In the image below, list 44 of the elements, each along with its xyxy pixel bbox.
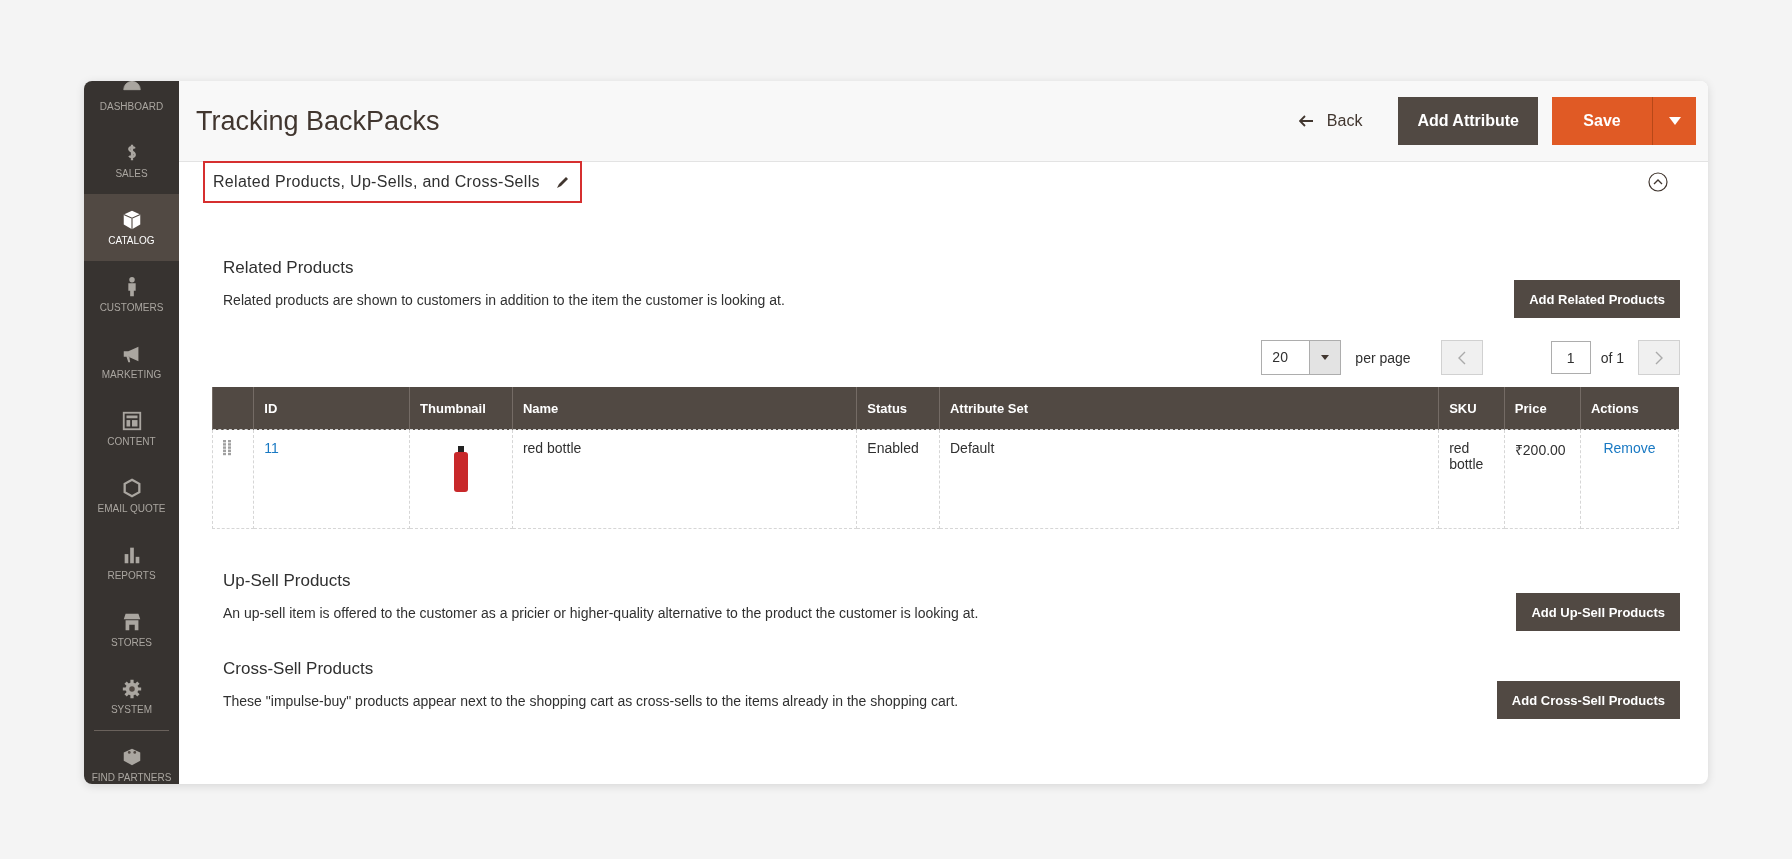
column-header: Price	[1504, 387, 1581, 430]
section-heading: Related Products	[223, 258, 355, 278]
sidebar-item[interactable]: EMAIL QUOTE	[84, 462, 179, 529]
add-products-button[interactable]: Add Up-Sell Products	[1516, 593, 1680, 631]
per-page-select[interactable]: 20	[1261, 340, 1342, 375]
column-header: Attribute Set	[939, 387, 1439, 430]
table-cell: Enabled	[856, 429, 940, 529]
section-heading: Up-Sell Products	[223, 571, 352, 591]
column-header: Name	[512, 387, 857, 430]
add-attribute-button[interactable]: Add Attribute	[1398, 97, 1538, 145]
column-header: ID	[253, 387, 410, 430]
table-cell: red bottle	[1438, 429, 1505, 529]
section-description: An up-sell item is offered to the customer as a pricier or higher-quality alternative to the product the customer is looking at.	[223, 605, 979, 621]
sidebar-item[interactable]: CUSTOMERS	[84, 261, 179, 328]
sidebar-item[interactable]: DASHBOARD	[84, 81, 179, 127]
page-total: of 1	[1600, 349, 1624, 366]
column-header: Status	[856, 387, 940, 430]
column-header: SKU	[1438, 387, 1505, 430]
save-button[interactable]: Save	[1552, 97, 1652, 145]
column-header: Thumbnail	[409, 387, 513, 430]
sidebar-item[interactable]: CONTENT	[84, 395, 179, 462]
per-page-label: per page	[1355, 349, 1411, 366]
table-cell: red bottle	[512, 429, 857, 529]
page-title: Tracking BackPacks	[196, 105, 441, 137]
product-id-link[interactable]: 11	[264, 440, 279, 456]
add-products-button[interactable]: Add Related Products	[1514, 280, 1680, 318]
panel-title[interactable]: Related Products, Up-Sells, and Cross-Sells	[213, 173, 540, 191]
page-number-field[interactable]: 1	[1550, 341, 1591, 374]
add-products-button[interactable]: Add Cross-Sell Products	[1496, 681, 1680, 719]
column-header: Actions	[1580, 387, 1679, 430]
sidebar-item[interactable]: MARKETING	[84, 328, 179, 395]
sidebar-item[interactable]: REPORTS	[84, 529, 179, 596]
section-heading: Cross-Sell Products	[223, 659, 375, 679]
sidebar-item[interactable]: FIND PARTNERS	[84, 731, 179, 784]
sidebar-item[interactable]: CATALOG	[84, 194, 179, 261]
section-description: These "impulse-buy" products appear next to the shopping cart as cross-sells to the items already in the shopping cart.	[223, 693, 959, 709]
table-cell: ₹200.00	[1504, 429, 1581, 529]
back-link[interactable]: Back	[1292, 111, 1369, 131]
sidebar-item[interactable]: SALES	[84, 127, 179, 194]
sidebar-item[interactable]: STORES	[84, 596, 179, 663]
section-description: Related products are shown to customers in addition to the item the customer is looking at.	[223, 292, 785, 308]
remove-link[interactable]: Remove	[1603, 440, 1656, 456]
table-cell: Default	[939, 429, 1439, 529]
sidebar-item[interactable]: SYSTEM	[84, 663, 179, 730]
